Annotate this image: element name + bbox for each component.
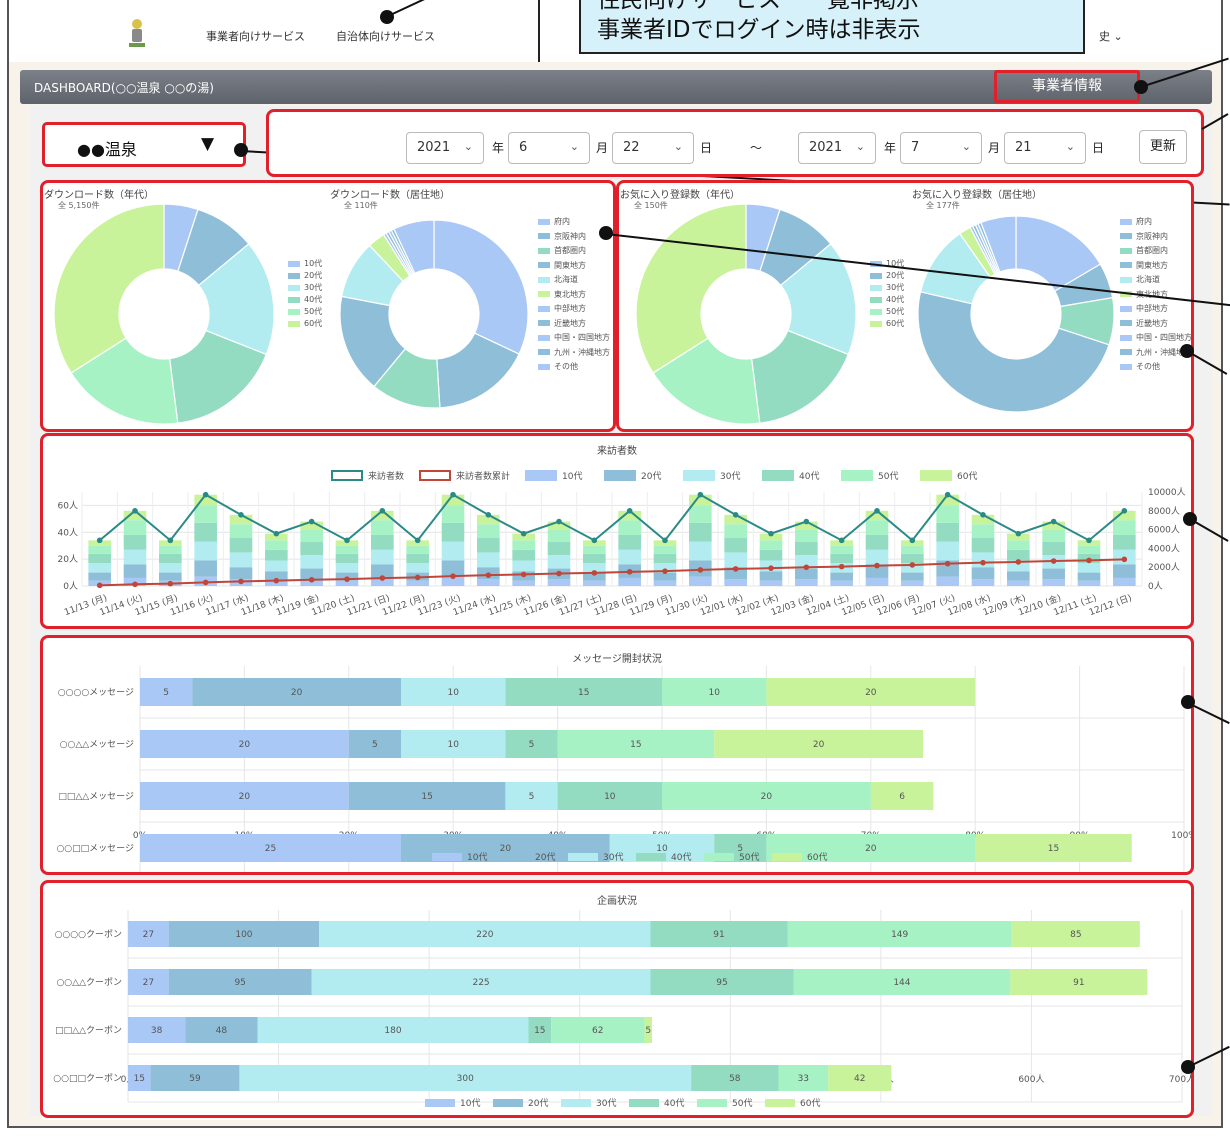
page-title: DASHBOARD(○○温泉 ○○の湯)	[34, 81, 214, 95]
facility-select[interactable]: ●●温泉 ▼	[42, 122, 246, 167]
callout-line-2: 事業者IDでログイン時は非表示	[597, 17, 921, 43]
nav-history-menu[interactable]: 史 ⌄	[1099, 28, 1123, 44]
highlight-message-chart	[40, 635, 1194, 875]
business-info-button[interactable]: 事業者情報	[994, 70, 1140, 103]
annotation-divider	[538, 0, 540, 62]
company-logo	[129, 19, 145, 47]
highlight-favorite-charts	[616, 180, 1194, 432]
highlight-download-charts	[40, 180, 616, 432]
highlight-visitors-chart	[40, 433, 1194, 629]
annotation-callout: 住民向けサービス 一覧非掲示 事業者IDでログイン時は非表示	[579, 0, 1085, 54]
callout-line-1: 住民向けサービス 一覧非掲示	[597, 0, 919, 13]
facility-select-label: ●●温泉	[77, 140, 137, 159]
nav-link-municipal-services[interactable]: 自治体向けサービス	[336, 28, 435, 44]
caret-down-icon: ▼	[201, 134, 215, 154]
highlight-date-range	[266, 109, 1204, 177]
frame-bottom-border	[7, 1126, 1223, 1128]
nav-link-business-services[interactable]: 事業者向けサービス	[206, 28, 305, 44]
page: { "nav": { "link_business": "事業者向けサービス",…	[0, 0, 1230, 1138]
highlight-coupon-chart	[40, 880, 1194, 1118]
